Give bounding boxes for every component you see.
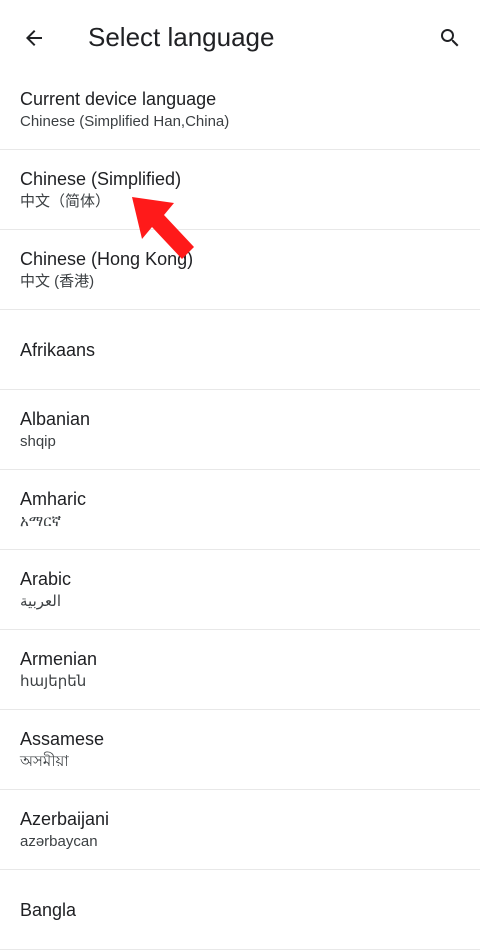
list-item-assamese[interactable]: Assamese অসমীয়া [0,710,480,790]
list-item-afrikaans[interactable]: Afrikaans [0,310,480,390]
language-native-name: 中文（简体） [20,192,111,210]
page-title: Select language [88,22,275,52]
language-native-name: հայերեն [20,672,87,690]
language-native-name: 中文 (香港) [20,272,95,290]
language-native-name: azərbaycan [20,832,98,850]
language-native-name: Chinese (Simplified Han,China) [20,112,230,130]
language-name: Current device language [20,88,217,109]
back-button[interactable] [14,18,54,58]
language-name: Armenian [20,648,98,669]
language-native-name: অসমীয়া [20,752,69,770]
language-list: Current device language Chinese (Simplif… [0,70,480,950]
list-item-amharic[interactable]: Amharic አማርኛ [0,470,480,550]
list-item-chinese-simplified[interactable]: Chinese (Simplified) 中文（简体） [0,150,480,230]
app-bar: Select language [0,0,480,74]
list-item-bangla[interactable]: Bangla [0,870,480,950]
language-name: Chinese (Simplified) [20,168,182,189]
language-name: Chinese (Hong Kong) [20,248,194,269]
language-native-name: shqip [20,432,56,450]
language-name: Azerbaijani [20,808,110,829]
list-item-chinese-hong-kong[interactable]: Chinese (Hong Kong) 中文 (香港) [0,230,480,310]
language-name: Assamese [20,728,105,749]
language-name: Afrikaans [20,339,96,360]
search-icon [441,29,459,47]
language-native-name: العربية [20,592,61,610]
list-item-azerbaijani[interactable]: Azerbaijani azərbaycan [0,790,480,870]
list-item-armenian[interactable]: Armenian հայերեն [0,630,480,710]
language-name: Amharic [20,488,87,509]
language-native-name: አማርኛ [20,512,62,530]
list-item-current-device-language[interactable]: Current device language Chinese (Simplif… [0,70,480,150]
language-name: Albanian [20,408,91,429]
list-item-arabic[interactable]: Arabic العربية [0,550,480,630]
list-item-albanian[interactable]: Albanian shqip [0,390,480,470]
arrow-back-icon [26,30,42,46]
language-name: Arabic [20,568,72,589]
search-button[interactable] [428,16,472,60]
language-name: Bangla [20,899,77,920]
